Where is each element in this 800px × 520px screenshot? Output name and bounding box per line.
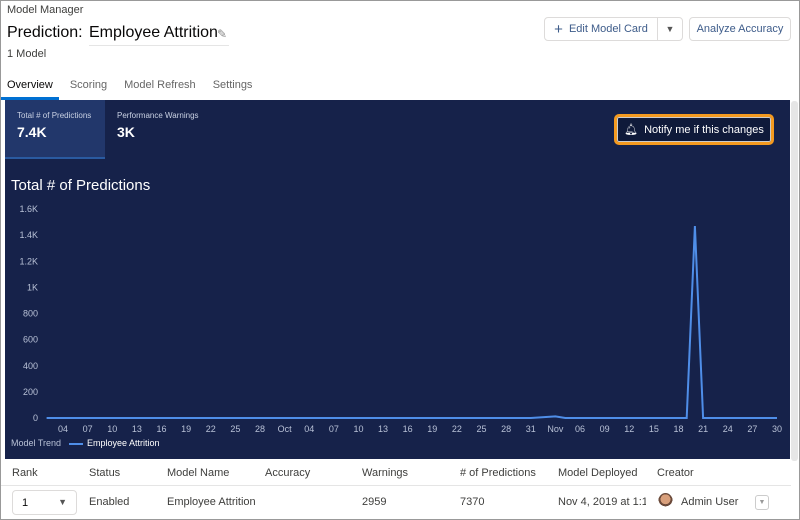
tab-settings[interactable]: Settings <box>207 75 259 100</box>
cell-creator[interactable]: Admin User <box>681 496 738 508</box>
rank-select[interactable]: 1 ▼ <box>12 490 77 515</box>
x-tick-label: Nov <box>547 424 564 434</box>
x-tick-label: 06 <box>575 424 585 434</box>
tile-total-predictions[interactable]: Total # of Predictions 7.4K <box>5 100 105 159</box>
cell-model-name: Employee Attrition <box>167 496 256 508</box>
row-actions-button[interactable]: ▼ <box>755 495 769 510</box>
bell-icon: 🔔︎ <box>624 124 639 136</box>
x-tick-label: 07 <box>329 424 339 434</box>
y-tick-label: 0 <box>33 413 38 423</box>
x-tick-label: 21 <box>698 424 708 434</box>
tab-model-refresh[interactable]: Model Refresh <box>118 75 202 100</box>
x-tick-label: 12 <box>624 424 634 434</box>
x-tick-label: 16 <box>403 424 413 434</box>
series-line-employee-attrition <box>46 225 777 419</box>
tile-value: 3K <box>117 124 135 140</box>
edit-model-card-label: Edit Model Card <box>568 23 648 35</box>
chart-title: Total # of Predictions <box>11 177 151 194</box>
x-tick-label: 19 <box>427 424 437 434</box>
y-tick-label: 200 <box>23 387 38 397</box>
line-chart: 0 200 400 600 800 1K 1.2K 1.4K 1.6K 04 07 10 13 16 19 2… <box>19 204 782 434</box>
cell-predictions: 7370 <box>460 496 485 508</box>
x-tick-label: 07 <box>83 424 93 434</box>
notify-label: Notify me if this changes <box>644 123 764 136</box>
divider <box>1 485 791 486</box>
col-creator[interactable]: Creator <box>657 467 694 479</box>
x-tick-label: 15 <box>649 424 659 434</box>
x-tick-label: 28 <box>501 424 511 434</box>
x-tick-label: 10 <box>107 424 117 434</box>
x-tick-label: 13 <box>132 424 142 434</box>
chevron-down-icon[interactable]: ▼ <box>657 17 683 41</box>
x-tick-label: 10 <box>353 424 363 434</box>
legend-label: Employee Attrition <box>87 438 160 448</box>
col-model-deployed[interactable]: Model Deployed <box>558 467 638 479</box>
x-tick-label: 09 <box>600 424 610 434</box>
x-tick-label: 25 <box>230 424 240 434</box>
y-tick-label: 1.2K <box>19 256 38 266</box>
legend: Model Trend Employee Attrition <box>11 438 160 448</box>
tile-label: Performance Warnings <box>117 111 199 120</box>
col-status[interactable]: Status <box>89 467 120 479</box>
tile-value: 7.4K <box>17 124 47 140</box>
x-tick-label: 16 <box>156 424 166 434</box>
cell-status: Enabled <box>89 496 130 508</box>
col-accuracy[interactable]: Accuracy <box>265 467 310 479</box>
tile-performance-warnings[interactable]: Performance Warnings 3K <box>105 100 205 159</box>
x-tick-label: 22 <box>452 424 462 434</box>
analyze-accuracy-button[interactable]: Analyze Accuracy <box>689 17 791 41</box>
y-tick-label: 800 <box>23 309 38 319</box>
col-model-name[interactable]: Model Name <box>167 467 229 479</box>
col-rank[interactable]: Rank <box>12 467 38 479</box>
tab-overview[interactable]: Overview <box>1 75 59 100</box>
edit-model-card-button[interactable]: + Edit Model Card <box>544 17 658 41</box>
notify-button[interactable]: 🔔︎ Notify me if this changes <box>614 114 774 145</box>
x-tick-label: Oct <box>278 424 293 434</box>
breadcrumb: Model Manager <box>7 4 84 16</box>
cell-warnings: 2959 <box>362 496 387 508</box>
legend-title: Model Trend <box>11 438 62 448</box>
x-tick-label: 31 <box>526 424 536 434</box>
tile-label: Total # of Predictions <box>17 111 92 120</box>
x-tick-label: 04 <box>304 424 314 434</box>
legend-item[interactable]: Employee Attrition <box>69 438 160 448</box>
x-tick-label: 18 <box>674 424 684 434</box>
tab-bar: Overview Scoring Model Refresh Settings <box>1 75 263 100</box>
plus-icon: + <box>554 20 563 38</box>
prediction-name: Employee Attrition <box>89 24 229 46</box>
avatar <box>658 493 673 511</box>
col-predictions[interactable]: # of Predictions <box>460 467 536 479</box>
x-tick-label: 24 <box>723 424 733 434</box>
y-tick-label: 1.4K <box>19 230 38 240</box>
cell-deployed: Nov 4, 2019 at 1:17 <box>558 496 646 508</box>
x-tick-label: 19 <box>181 424 191 434</box>
x-tick-label: 27 <box>747 424 757 434</box>
pencil-icon[interactable]: ✎ <box>217 27 227 41</box>
x-tick-label: 25 <box>477 424 487 434</box>
x-tick-label: 28 <box>255 424 265 434</box>
x-tick-label: 04 <box>58 424 68 434</box>
rank-value: 1 <box>22 497 29 509</box>
scrollbar[interactable] <box>791 101 798 461</box>
y-tick-label: 400 <box>23 361 38 371</box>
y-tick-label: 1K <box>27 282 38 292</box>
prediction-label: Prediction: <box>7 24 83 41</box>
x-tick-label: 13 <box>378 424 388 434</box>
x-tick-label: 30 <box>772 424 782 434</box>
col-warnings[interactable]: Warnings <box>362 467 408 479</box>
x-tick-label: 22 <box>206 424 216 434</box>
y-tick-label: 600 <box>23 335 38 345</box>
chevron-down-icon: ▼ <box>58 497 67 507</box>
tab-scoring[interactable]: Scoring <box>64 75 113 100</box>
model-count: 1 Model <box>7 48 47 60</box>
y-tick-label: 1.6K <box>19 204 38 214</box>
